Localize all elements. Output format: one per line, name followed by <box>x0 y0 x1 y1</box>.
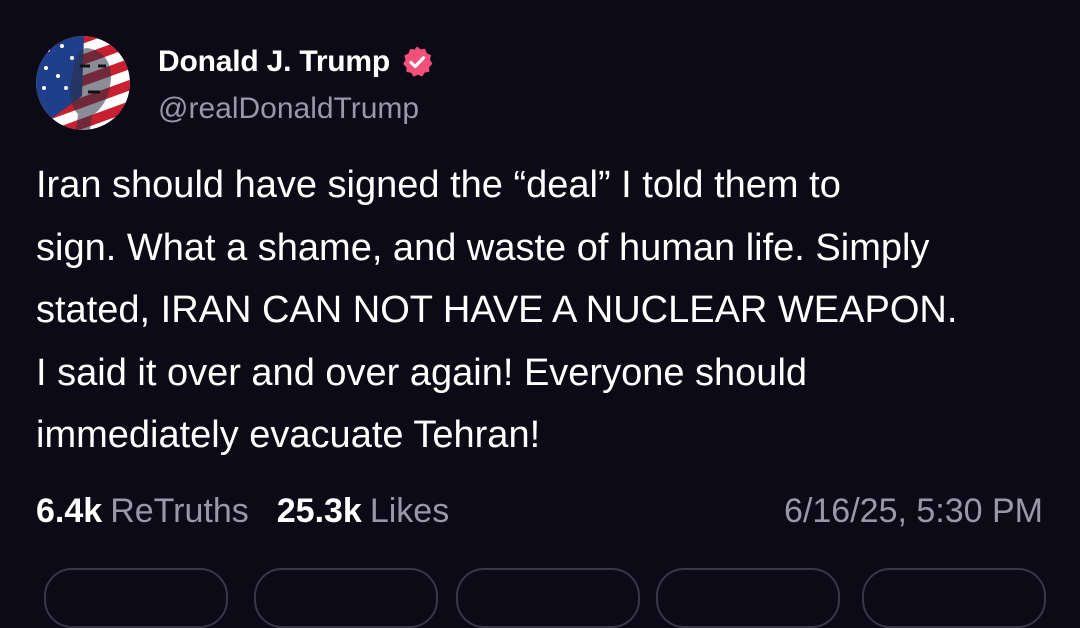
profile-avatar[interactable] <box>36 36 130 130</box>
truth-post: Donald J. Trump @realDonaldTrump Iran sh… <box>0 0 1080 628</box>
avatar-image <box>36 36 130 130</box>
retruths-stat[interactable]: 6.4k ReTruths <box>36 492 249 531</box>
post-body-line: immediately evacuate Tehran! <box>36 414 541 456</box>
likes-count: 25.3k <box>276 491 362 530</box>
more-button[interactable] <box>862 568 1046 628</box>
post-action-bar <box>36 568 1046 628</box>
post-body-line: I said it over and over again! Everyone … <box>36 351 808 394</box>
retruths-count: 6.4k <box>36 491 103 530</box>
author-handle[interactable]: @realDonaldTrump <box>158 92 419 126</box>
likes-label: Likes <box>369 491 450 530</box>
post-stats: 6.4k ReTruths 25.3k Likes <box>36 488 449 534</box>
retruths-label: ReTruths <box>110 491 249 530</box>
post-body-line: stated, IRAN CAN NOT HAVE A NUCLEAR WEAP… <box>36 289 958 331</box>
post-body-line: sign. What a shame, and waste of human l… <box>36 226 930 269</box>
retruth-button[interactable] <box>254 568 438 628</box>
share-button[interactable] <box>656 568 840 628</box>
reply-button[interactable] <box>44 568 228 628</box>
like-button[interactable] <box>456 568 640 628</box>
author-name-row: Donald J. Trump <box>158 42 434 82</box>
post-body-line: Iran should have signed the “deal” I tol… <box>36 164 841 206</box>
post-timestamp: 6/16/25, 5:30 PM <box>784 491 1043 530</box>
likes-stat[interactable]: 25.3k Likes <box>277 492 449 531</box>
post-body: Iran should have signed the “deal” I tol… <box>36 154 1051 467</box>
verified-badge-icon <box>400 45 434 79</box>
author-display-name[interactable]: Donald J. Trump <box>158 45 390 79</box>
